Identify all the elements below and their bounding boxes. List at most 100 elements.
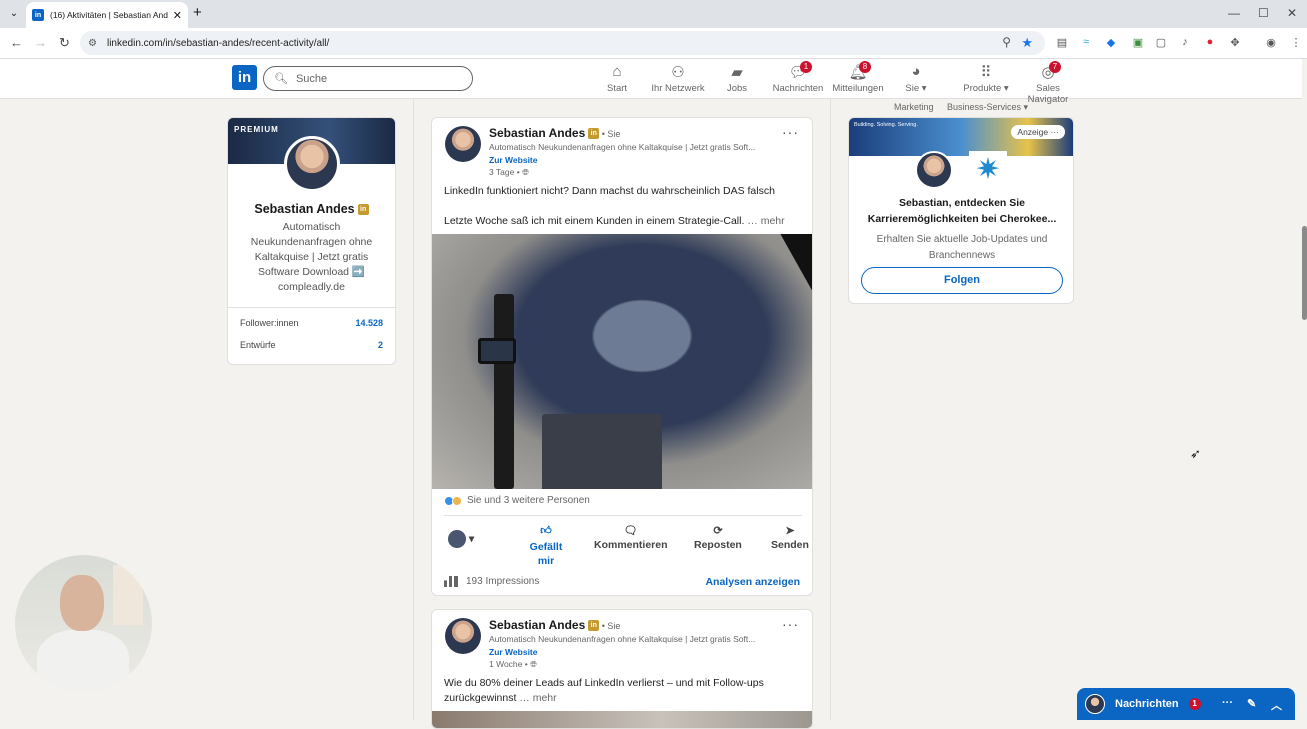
nav-me[interactable]: ◕ Sie ▾	[903, 63, 929, 94]
new-tab-plus-icon[interactable]: +	[193, 5, 202, 21]
profile-name[interactable]: Sebastian Andes in	[228, 202, 395, 216]
bookmark-star-icon[interactable]: ★	[1021, 35, 1033, 51]
company-logo-icon[interactable]: ✷	[969, 151, 1007, 189]
website-link[interactable]: Zur Website	[489, 647, 538, 657]
premium-in-badge-icon: in	[588, 620, 600, 632]
follow-button[interactable]: Folgen	[861, 267, 1063, 294]
post-author-avatar[interactable]	[445, 126, 481, 162]
reload-icon[interactable]: ↻	[59, 35, 70, 51]
notifications-badge: 8	[859, 61, 871, 73]
compose-icon[interactable]: ✎	[1247, 697, 1256, 710]
window-close-icon[interactable]: ✕	[1287, 6, 1297, 20]
nav-network-label: Ihr Netzwerk	[651, 83, 705, 94]
globe-icon: 🌐︎	[522, 167, 529, 177]
post-author[interactable]: Sebastian Andes in • Sie	[489, 618, 620, 632]
browser-menu-icon[interactable]: ⋮	[1289, 36, 1303, 50]
profile-card: PREMIUM Sebastian Andes in Automatisch Ne…	[227, 117, 396, 365]
minimize-icon[interactable]: —	[1228, 6, 1240, 20]
drafts-row[interactable]: Entwürfe 2	[228, 340, 395, 350]
linkedin-logo-icon[interactable]: in	[232, 65, 257, 90]
post-author[interactable]: Sebastian Andes in • Sie	[489, 126, 620, 140]
browser-tab-active[interactable]: in (16) Aktivitäten | Sebastian And ✕	[26, 2, 188, 28]
impressions[interactable]: 193 Impressions	[444, 576, 539, 587]
nav-sales-label: Sales Navigator	[1027, 83, 1069, 105]
ad-options-icon: ···	[1050, 127, 1060, 137]
post-card: Sebastian Andes in • Sie Automatisch Neuk…	[431, 609, 813, 729]
subnav-business[interactable]: Business-Services ▾	[947, 102, 1028, 113]
repost-button[interactable]: ⟳ Reposten	[694, 524, 742, 551]
nav-network[interactable]: ⚇ Ihr Netzwerk	[650, 63, 706, 94]
post-author-you: • Sie	[599, 621, 621, 631]
comment-label: Kommentieren	[594, 539, 668, 551]
address-bar[interactable]: ⚙ linkedin.com/in/sebastian-andes/recent…	[80, 31, 1045, 55]
post-text-line-1: Wie du 80% deiner Leads auf LinkedIn ver…	[444, 677, 764, 689]
see-more-link[interactable]: … mehr	[516, 692, 556, 704]
messaging-bar[interactable]: Nachrichten 1 ··· ✎ ︿	[1077, 688, 1295, 720]
extension-icon-2[interactable]: ≈	[1079, 36, 1093, 50]
mouse-cursor-icon: ➶	[1190, 446, 1201, 461]
briefcase-icon: ▰	[731, 64, 743, 81]
extension-icon-1[interactable]: ▤	[1055, 36, 1069, 50]
image-camera-screen	[478, 338, 516, 364]
profile-icon[interactable]: ◉	[1264, 36, 1278, 50]
nav-start[interactable]: ⌂ Start	[604, 63, 630, 94]
website-link[interactable]: Zur Website	[489, 155, 538, 165]
comment-button[interactable]: 🗨︎ Kommentieren	[594, 524, 668, 551]
post-author-name: Sebastian Andes	[489, 618, 586, 632]
search-input[interactable]: 🔍︎ Suche	[263, 66, 473, 91]
ad-label-text: Anzeige	[1017, 127, 1049, 137]
ad-headline[interactable]: Sebastian, entdecken Sie Karrieremöglich…	[849, 195, 1073, 227]
nav-messages-label: Nachrichten	[772, 83, 824, 94]
nav-products-label: Produkte	[963, 83, 1002, 94]
nav-messages[interactable]: 💬︎ 1 Nachrichten	[772, 61, 824, 94]
image-lamp	[780, 234, 812, 294]
subnav-marketing[interactable]: Marketing	[894, 102, 934, 112]
reactions-summary[interactable]: Sie und 3 weitere Personen	[444, 495, 590, 506]
globe-icon: 🌐︎	[530, 659, 537, 669]
zoom-icon[interactable]: ⚲	[1002, 35, 1011, 49]
followers-row[interactable]: Follower:innen 14.528	[228, 318, 395, 328]
post-time-text: 3 Tage •	[489, 167, 520, 177]
maximize-icon[interactable]: ☐	[1258, 6, 1269, 20]
extension-icon-6[interactable]: ●	[1203, 36, 1217, 50]
nav-notifications[interactable]: 🔔︎ 8 Mitteilungen	[831, 61, 885, 94]
page-scrollbar[interactable]	[1302, 226, 1307, 320]
forward-arrow-icon[interactable]: →	[34, 35, 47, 50]
microphone-icon[interactable]: ♪	[1178, 36, 1192, 50]
nav-jobs[interactable]: ▰ Jobs	[725, 63, 749, 94]
close-tab-icon[interactable]: ✕	[173, 9, 182, 22]
messaging-options-icon[interactable]: ···	[1222, 697, 1233, 709]
extension-icon-3[interactable]: ◆	[1104, 36, 1118, 50]
ad-label[interactable]: Anzeige ···	[1011, 125, 1065, 139]
grid-icon: ⠿	[980, 64, 992, 81]
post-options-icon[interactable]: ···	[782, 124, 799, 140]
messaging-label: Nachrichten	[1115, 698, 1179, 710]
site-settings-icon[interactable]: ⚙	[88, 38, 97, 49]
post-image[interactable]	[432, 711, 812, 728]
send-button[interactable]: ➤ Senden	[771, 524, 809, 551]
view-analytics-link[interactable]: Analysen anzeigen	[705, 576, 800, 588]
like-button[interactable]: 👍︎ Gefällt mir	[524, 524, 568, 568]
post-image[interactable]	[432, 234, 812, 489]
post-card: Sebastian Andes in • Sie Automatisch Neuk…	[431, 117, 813, 596]
post-options-icon[interactable]: ···	[782, 616, 799, 632]
extension-icon-4[interactable]: ▣	[1131, 36, 1145, 50]
chevron-up-icon[interactable]: ︿	[1271, 697, 1282, 713]
nav-products[interactable]: ⠿ Produkte ▾	[962, 63, 1010, 94]
reaction-avatar-selector[interactable]: ▾	[448, 530, 474, 548]
avatar	[1085, 694, 1105, 714]
tab-list-chevron-icon[interactable]: ⌄	[6, 6, 22, 22]
me-avatar-icon: ◕	[911, 63, 921, 80]
post-author-avatar[interactable]	[445, 618, 481, 654]
back-arrow-icon[interactable]: ←	[10, 35, 23, 50]
send-icon: ➤	[785, 525, 795, 537]
extensions-puzzle-icon[interactable]: ✥	[1228, 36, 1242, 50]
followers-value: 14.528	[355, 318, 383, 328]
nav-start-label: Start	[606, 83, 628, 94]
repost-label: Reposten	[694, 539, 742, 551]
image-tripod	[494, 294, 514, 489]
extension-icon-5[interactable]: ▢	[1154, 36, 1168, 50]
avatar[interactable]	[284, 136, 340, 192]
nav-sales-navigator[interactable]: ◎ 7 Sales Navigator	[1016, 61, 1080, 105]
see-more-link[interactable]: … mehr	[744, 215, 784, 227]
